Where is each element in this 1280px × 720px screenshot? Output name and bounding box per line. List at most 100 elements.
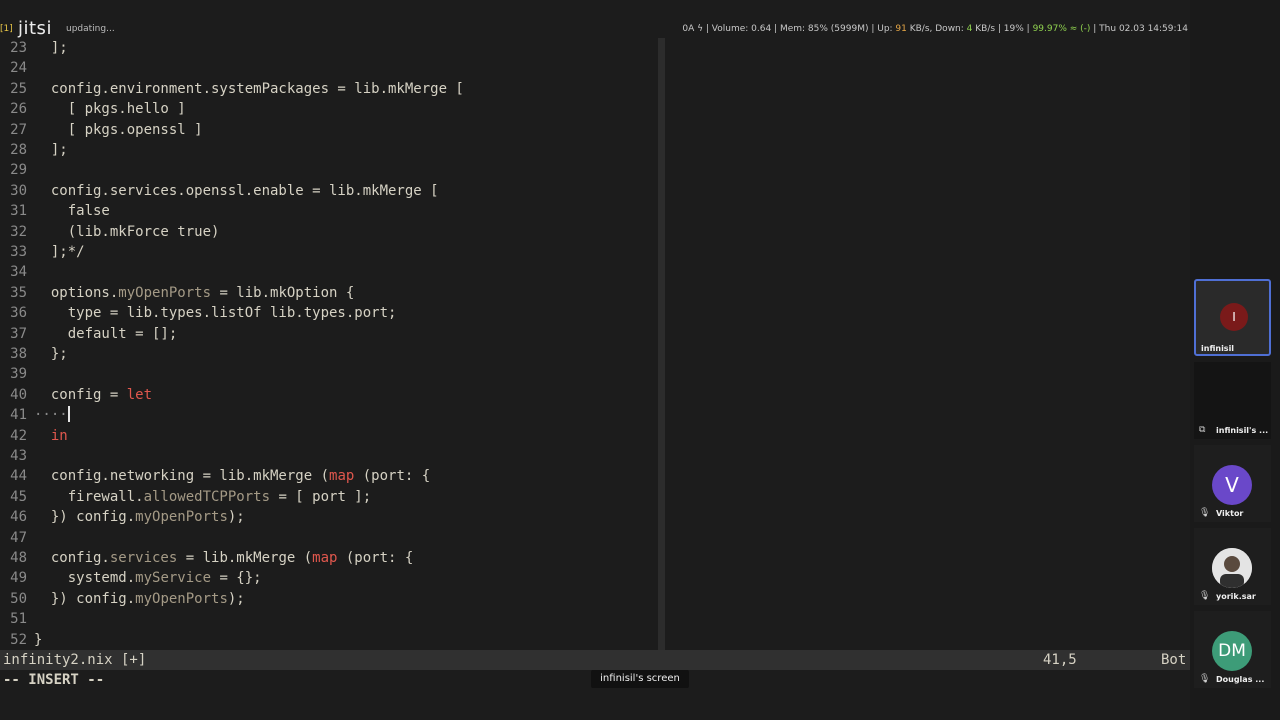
line-number: 35 [10, 284, 27, 301]
line-number: 42 [10, 427, 27, 444]
code-line[interactable]: 27 [ pkgs.openssl ] [0, 120, 658, 140]
line-number: 23 [10, 40, 27, 56]
code-line[interactable]: 29 [0, 160, 658, 180]
participant-name: infinisil's ... [1216, 426, 1269, 435]
avatar: V [1212, 465, 1252, 505]
participant-name: Douglas ... [1216, 675, 1265, 684]
code-line[interactable]: 50 }) config.myOpenPorts); [0, 589, 658, 609]
code-text: default = []; [34, 325, 178, 342]
workspace-indicator: [1] [0, 24, 13, 34]
code-line[interactable]: 30 config.services.openssl.enable = lib.… [0, 181, 658, 201]
participant-tile-infinisil[interactable]: I infinisil [1194, 279, 1271, 356]
line-number: 52 [10, 631, 27, 648]
code-line[interactable]: 28 ]; [0, 140, 658, 160]
avatar: DM [1212, 631, 1252, 671]
line-number: 31 [10, 203, 27, 220]
code-text: config.services = lib.mkMerge (map (port… [34, 550, 414, 566]
code-text: }) config.myOpenPorts); [34, 509, 245, 526]
code-line[interactable]: 36 type = lib.types.listOf lib.types.por… [0, 303, 658, 323]
mic-muted-icon: 🎙 [1199, 674, 1211, 684]
avatar-photo [1212, 548, 1252, 588]
code-text: config.environment.systemPackages = lib.… [34, 80, 464, 97]
line-number: 26 [10, 101, 27, 118]
code-text: config.services.openssl.enable = lib.mkM… [34, 182, 439, 199]
code-line[interactable]: 45 firewall.allowedTCPPorts = [ port ]; [0, 487, 658, 507]
code-text: config = let [34, 386, 153, 403]
line-number: 50 [10, 590, 27, 607]
code-line[interactable]: 33 ];*/ [0, 242, 658, 262]
mic-muted-icon: 🎙 [1199, 508, 1211, 518]
code-text: ]; [34, 40, 68, 56]
participant-tile-yorik[interactable]: 🎙 yorik.sar [1194, 528, 1271, 605]
line-number: 48 [10, 550, 27, 566]
code-text: systemd.myService = {}; [34, 570, 262, 587]
avatar: I [1220, 303, 1248, 331]
vim-statusline: infinity2.nix [+] 41,5 Bot [0, 650, 1190, 670]
participant-tile-screen[interactable]: ⧉ infinisil's ... [1194, 362, 1271, 439]
battery-status: 99.97% ≈ (-) [1032, 24, 1091, 34]
code-line[interactable]: 51 [0, 609, 658, 629]
code-line[interactable]: 41 ···· [0, 405, 658, 425]
code-text: }) config.myOpenPorts); [34, 590, 245, 607]
line-number: 51 [10, 611, 27, 628]
code-line[interactable]: 48 config.services = lib.mkMerge (map (p… [0, 548, 658, 568]
code-line[interactable]: 35 options.myOpenPorts = lib.mkOption { [0, 283, 658, 303]
vim-mode-indicator: -- INSERT -- [3, 672, 105, 688]
code-line[interactable]: 47 [0, 528, 658, 548]
stats-cpu: KB/s | 19% | [972, 24, 1033, 34]
clock: | Thu 02.03 14:59:14 [1090, 24, 1188, 34]
code-line[interactable]: 37 default = []; [0, 324, 658, 344]
code-text: config.networking = lib.mkMerge (map (po… [34, 468, 431, 485]
code-text: }; [34, 346, 68, 362]
line-number: 37 [10, 325, 27, 342]
system-status-bar: [1] updating... 0A ϟ | Volume: 0.64 | Me… [0, 20, 1190, 38]
screen-share-label: infinisil's screen [591, 670, 689, 688]
code-line[interactable]: 49 systemd.myService = {}; [0, 568, 658, 588]
participant-tile-douglas[interactable]: DM 🎙 Douglas ... [1194, 611, 1271, 688]
code-line[interactable]: 24 [0, 58, 658, 78]
code-line[interactable]: 31 false [0, 201, 658, 221]
line-number: 36 [10, 305, 27, 322]
line-number: 49 [10, 570, 27, 587]
participant-name: yorik.sar [1216, 592, 1256, 601]
line-number: 41 [10, 407, 27, 424]
code-text: false [34, 203, 110, 220]
code-text: ]; [34, 142, 68, 158]
code-line[interactable]: 38 }; [0, 344, 658, 364]
screen-share-icon: ⧉ [1199, 425, 1206, 435]
vertical-split-divider[interactable] [658, 38, 665, 650]
line-number: 44 [10, 468, 27, 485]
updating-text: updating... [66, 24, 115, 34]
code-line[interactable]: 40 config = let [0, 385, 658, 405]
code-line[interactable]: 42 in [0, 426, 658, 446]
participant-name: infinisil [1201, 344, 1235, 353]
line-number: 24 [10, 60, 27, 77]
code-line[interactable]: 46 }) config.myOpenPorts); [0, 507, 658, 527]
code-line[interactable]: 43 [0, 446, 658, 466]
code-text: [ pkgs.hello ] [34, 101, 186, 118]
code-line[interactable]: 26 [ pkgs.hello ] [0, 99, 658, 119]
code-line[interactable]: 23 ]; [0, 38, 658, 58]
stats-down-label: KB/s, Down: [906, 24, 967, 34]
upload-rate: 91 [895, 24, 907, 34]
line-number: 30 [10, 182, 27, 199]
line-number: 40 [10, 386, 27, 403]
code-text: ···· [34, 406, 70, 424]
code-line[interactable]: 32 (lib.mkForce true) [0, 222, 658, 242]
code-line[interactable]: 34 [0, 262, 658, 282]
avatar-initial: V [1225, 473, 1239, 497]
code-text: type = lib.types.listOf lib.types.port; [34, 305, 397, 322]
participant-tile-viktor[interactable]: V 🎙 Viktor [1194, 445, 1271, 522]
code-line[interactable]: 52} [0, 630, 658, 650]
code-text: firewall.allowedTCPPorts = [ port ]; [34, 488, 372, 505]
code-line[interactable]: 44 config.networking = lib.mkMerge (map … [0, 466, 658, 486]
line-number: 45 [10, 488, 27, 505]
code-editor[interactable]: 23 ]; 24 25 config.environment.systemPacka… [0, 38, 658, 648]
line-number: 32 [10, 223, 27, 240]
file-name: infinity2.nix [+] [3, 652, 147, 668]
line-number: 43 [10, 448, 27, 464]
line-number: 47 [10, 529, 27, 546]
code-line[interactable]: 39 [0, 364, 658, 384]
code-line[interactable]: 25 config.environment.systemPackages = l… [0, 79, 658, 99]
participant-name: Viktor [1216, 509, 1244, 518]
